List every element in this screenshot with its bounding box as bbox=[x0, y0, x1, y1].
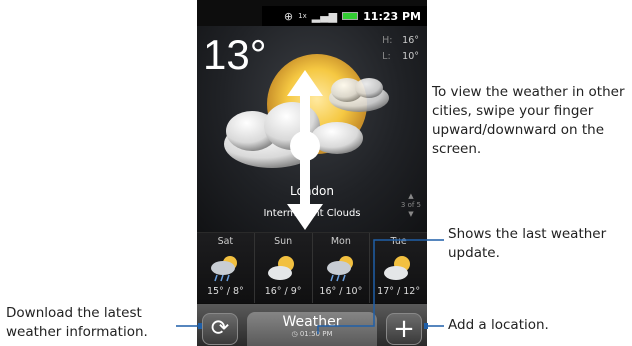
tab-label: Weather bbox=[282, 314, 342, 330]
signal-strength-icon: ▂▄▆ bbox=[311, 9, 338, 23]
rain-cloud-icon bbox=[326, 256, 353, 282]
forecast-temps: 17° / 12° bbox=[377, 286, 421, 297]
forecast-day: Sat 15° / 8° bbox=[197, 233, 255, 303]
status-bar: ⊕ 1x ▂▄▆ 11:23 PM bbox=[262, 6, 427, 26]
forecast-day: Sun 16° / 9° bbox=[254, 233, 313, 303]
chevron-up-icon: ▲ bbox=[408, 192, 414, 200]
bottom-bar: ⟳ Weather ◷ 01:50 PM + bbox=[197, 304, 427, 346]
phone-screen: ⊕ 1x ▂▄▆ 11:23 PM 13° H: 16° L: 10° Lond… bbox=[197, 0, 427, 346]
current-weather-panel[interactable]: 13° H: 16° L: 10° London Intermittent Clou… bbox=[197, 26, 427, 232]
plus-icon: + bbox=[393, 314, 415, 344]
cloud-small-icon bbox=[329, 78, 389, 112]
forecast-day-label: Sun bbox=[274, 236, 293, 247]
sun-cloud-icon bbox=[383, 256, 410, 280]
current-temperature: 13° bbox=[203, 31, 267, 78]
city-name: London bbox=[290, 184, 334, 198]
high-temp: 16° bbox=[402, 35, 419, 46]
update-callout: Shows the last weather update. bbox=[448, 226, 607, 261]
rain-cloud-icon bbox=[211, 256, 238, 282]
battery-icon bbox=[342, 12, 359, 20]
chevron-down-icon: ▼ bbox=[408, 210, 414, 218]
forecast-day: Mon 16° / 10° bbox=[312, 233, 371, 303]
download-callout: Download the latest weather information. bbox=[6, 305, 148, 340]
forecast-day-label: Tue bbox=[390, 236, 407, 247]
network-type-indicator: 1x bbox=[298, 11, 307, 20]
refresh-button[interactable]: ⟳ bbox=[202, 313, 238, 345]
forecast-day-label: Sat bbox=[217, 236, 234, 247]
gps-icon: ⊕ bbox=[283, 9, 294, 23]
sun-cloud-icon bbox=[268, 256, 295, 280]
city-pager: ▲ 3 of 5 ▼ bbox=[400, 192, 421, 218]
low-temp: 10° bbox=[402, 51, 419, 62]
forecast-day: Tue 17° / 12° bbox=[370, 233, 427, 303]
refresh-icon: ⟳ bbox=[210, 316, 230, 341]
weather-tab[interactable]: Weather ◷ 01:50 PM bbox=[247, 312, 377, 346]
add-location-button[interactable]: + bbox=[386, 313, 422, 345]
status-time: 11:23 PM bbox=[363, 9, 421, 23]
forecast-day-label: Mon bbox=[330, 236, 351, 247]
forecast-temps: 16° / 10° bbox=[319, 286, 363, 297]
clock-icon: ◷ bbox=[291, 330, 298, 338]
add-callout: Add a location. bbox=[448, 317, 549, 333]
forecast-strip: Sat 15° / 8° Sun 16° / 9° Mon 16° / 10° … bbox=[197, 232, 427, 303]
high-low-temps: H: 16° L: 10° bbox=[382, 35, 419, 62]
weather-condition: Intermittent Clouds bbox=[263, 208, 361, 219]
last-update-time: ◷ 01:50 PM bbox=[291, 330, 333, 338]
forecast-temps: 16° / 9° bbox=[264, 286, 302, 297]
forecast-temps: 15° / 8° bbox=[206, 286, 244, 297]
swipe-callout: To view the weather in other cities, swi… bbox=[432, 84, 625, 157]
